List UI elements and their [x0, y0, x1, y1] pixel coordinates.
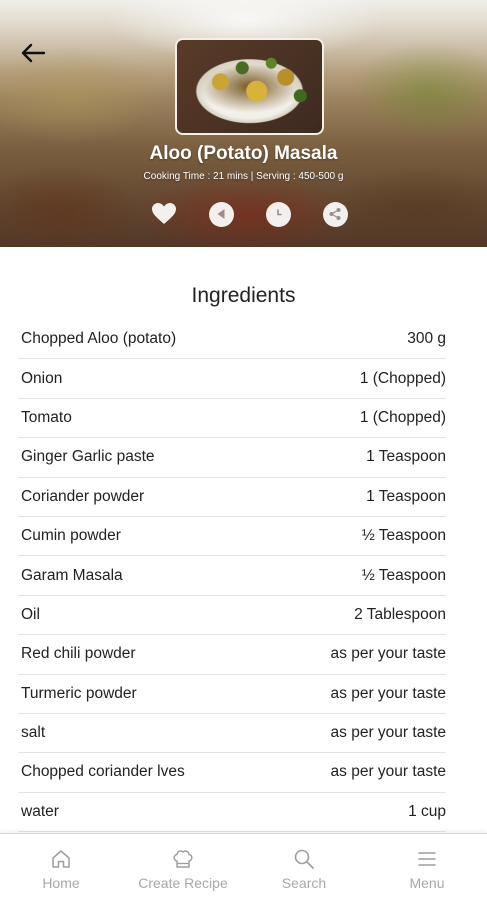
- nav-search[interactable]: Search: [273, 834, 335, 900]
- ingredient-name: Cumin powder: [21, 527, 121, 545]
- recipe-photo: [175, 38, 324, 135]
- ingredients-heading: Ingredients: [191, 284, 296, 307]
- ingredient-quantity: 300 g: [407, 330, 446, 348]
- recipe-meta: Cooking Time : 21 mins | Serving : 450-5…: [143, 171, 344, 182]
- ingredient-row: Tomato 1 (Chopped): [18, 399, 446, 439]
- ingredient-row: Coriander powder 1 Teaspoon: [18, 478, 446, 517]
- timer-button[interactable]: [265, 201, 291, 227]
- ingredient-name: Tomato: [21, 408, 72, 426]
- recipe-actions: [0, 201, 487, 227]
- search-icon: [294, 849, 314, 869]
- audio-button[interactable]: [208, 201, 234, 227]
- ingredient-quantity: as per your taste: [330, 684, 446, 702]
- ingredient-quantity: 1 cup: [408, 802, 446, 820]
- ingredient-row: Garam Masala ½ Teaspoon: [18, 556, 446, 596]
- ingredient-row: Cumin powder ½ Teaspoon: [18, 517, 446, 557]
- ingredient-row: Turmeric powder as per your taste: [18, 675, 446, 714]
- ingredient-row: Chopped Aloo (potato) 300 g: [18, 320, 446, 360]
- home-icon: [52, 850, 70, 868]
- nav-search-label: Search: [281, 875, 327, 891]
- menu-icon: [418, 852, 436, 866]
- ingredient-quantity: as per your taste: [330, 724, 446, 742]
- nav-home-label: Home: [42, 875, 80, 891]
- nav-menu[interactable]: Menu: [396, 834, 458, 900]
- ingredient-row: Ginger Garlic paste 1 Teaspoon: [18, 438, 446, 478]
- ingredients-list: Chopped Aloo (potato) 300 g Onion 1 (Choppe…: [18, 320, 446, 833]
- ingredient-row: water 1 cup: [18, 793, 446, 833]
- ingredient-name: Oil: [21, 605, 40, 623]
- ingredient-name: water: [21, 802, 59, 820]
- ingredient-row: salt as per your taste: [18, 714, 446, 754]
- ingredient-quantity: 1 (Chopped): [359, 408, 446, 426]
- recipe-hero: Aloo (Potato) Masala Cooking Time : 21 m…: [0, 0, 487, 247]
- ingredient-name: Chopped Aloo (potato): [21, 330, 177, 348]
- ingredient-row: Oil 2 Tablespoon: [18, 596, 446, 636]
- ingredient-row: Chopped coriander lves as per your taste: [18, 753, 446, 793]
- share-button[interactable]: [322, 201, 348, 227]
- ingredient-quantity: ½ Teaspoon: [361, 527, 446, 545]
- nav-home[interactable]: Home: [30, 834, 92, 900]
- ingredient-quantity: 1 Teaspoon: [366, 487, 446, 505]
- bottom-navigation: Home Create Recipe Search Menu: [0, 833, 487, 900]
- ingredient-row: Red chili powder as per your taste: [18, 635, 446, 675]
- ingredient-quantity: 1 Teaspoon: [366, 448, 446, 466]
- ingredient-quantity: as per your taste: [330, 763, 446, 781]
- ingredient-name: Chopped coriander lves: [21, 763, 185, 781]
- ingredient-quantity: ½ Teaspoon: [361, 566, 446, 584]
- recipe-title: Aloo (Potato) Masala: [149, 143, 338, 164]
- ingredient-row: Onion 1 (Chopped): [18, 359, 446, 399]
- ingredient-quantity: 2 Tablespoon: [354, 605, 446, 623]
- ingredient-quantity: 1 (Chopped): [359, 369, 446, 387]
- ingredient-name: Coriander powder: [21, 487, 145, 505]
- nav-create-recipe-label: Create Recipe: [138, 875, 228, 891]
- ingredient-name: salt: [21, 724, 46, 742]
- back-arrow-icon: [21, 43, 46, 63]
- chef-hat-icon: [173, 850, 193, 868]
- clock-icon: [277, 209, 282, 216]
- ingredient-name: Garam Masala: [21, 566, 123, 584]
- back-button[interactable]: [16, 36, 50, 70]
- ingredient-name: Red chili powder: [21, 645, 136, 663]
- ingredient-name: Turmeric powder: [21, 684, 137, 702]
- nav-menu-label: Menu: [409, 875, 445, 891]
- play-icon: [217, 209, 225, 219]
- ingredient-name: Onion: [21, 369, 63, 387]
- ingredient-quantity: as per your taste: [330, 645, 446, 663]
- favorite-button[interactable]: [151, 201, 177, 227]
- ingredient-name: Ginger Garlic paste: [21, 448, 155, 466]
- heart-icon: [152, 203, 176, 224]
- share-icon: [329, 208, 341, 220]
- nav-create-recipe[interactable]: Create Recipe: [131, 834, 235, 900]
